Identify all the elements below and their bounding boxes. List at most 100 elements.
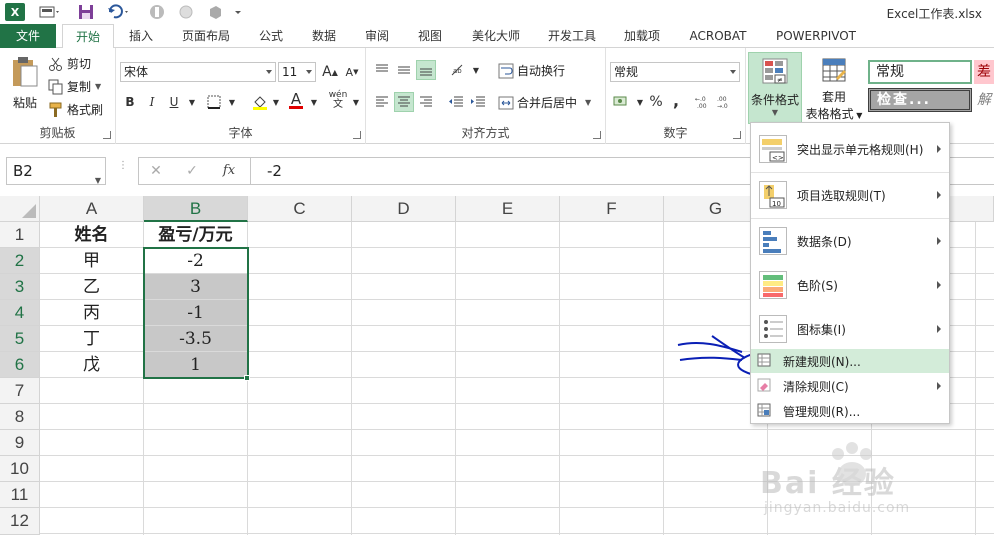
bold-button[interactable]: B xyxy=(120,92,140,112)
column-header-e[interactable]: E xyxy=(456,196,560,222)
copy-dropdown-icon[interactable]: ▼ xyxy=(95,82,101,91)
tab-home[interactable]: 开始 xyxy=(62,24,114,49)
column-header-b[interactable]: B xyxy=(144,196,248,222)
align-right-icon[interactable] xyxy=(416,92,436,112)
style-bad-cell[interactable]: 差 xyxy=(974,60,994,84)
wrap-text-button[interactable]: 自动换行 xyxy=(498,62,565,79)
paste-button[interactable]: 粘贴 xyxy=(8,56,42,122)
tab-addins[interactable]: 加载项 xyxy=(614,24,670,48)
cell-a6[interactable]: 戊 xyxy=(40,352,144,378)
menu-highlight-cells-rules[interactable]: <> 突出显示单元格规则(H) xyxy=(751,127,949,171)
fill-color-dropdown-icon[interactable]: ▼ xyxy=(266,92,286,112)
enter-icon[interactable]: ✓ xyxy=(182,161,202,181)
merge-center-button[interactable]: 合并后居中 ▼ xyxy=(498,94,591,111)
tab-formulas[interactable]: 公式 xyxy=(248,24,294,48)
number-format-combo[interactable]: 常规 xyxy=(610,62,740,82)
save-icon[interactable] xyxy=(76,3,96,21)
touch-mode-icon[interactable] xyxy=(146,3,168,21)
row-header-10[interactable]: 10 xyxy=(0,456,40,482)
cell-b5[interactable]: -3.5 xyxy=(144,326,248,352)
style-normal-cell[interactable]: 常规 xyxy=(868,60,972,84)
font-name-dropdown-icon[interactable] xyxy=(266,70,272,74)
fill-handle[interactable] xyxy=(244,375,250,381)
grow-font-icon[interactable]: A ▲ xyxy=(320,62,340,82)
style-explanatory-cell[interactable]: 解 xyxy=(974,88,994,112)
increase-decimal-icon[interactable]: ←.0.00 xyxy=(694,92,714,112)
column-header-a[interactable]: A xyxy=(40,196,144,222)
row-header-8[interactable]: 8 xyxy=(0,404,40,430)
cell-b6[interactable]: 1 xyxy=(144,352,248,378)
cell-a3[interactable]: 乙 xyxy=(40,274,144,300)
style-check-cell[interactable]: 检查... xyxy=(868,88,972,112)
cell-b4[interactable]: -1 xyxy=(144,300,248,326)
percent-button[interactable]: % xyxy=(646,92,666,112)
menu-icon-sets[interactable]: 图标集(I) xyxy=(751,307,949,351)
tab-file[interactable]: 文件 xyxy=(0,24,56,48)
select-all-corner[interactable] xyxy=(0,196,40,222)
comma-button[interactable]: , xyxy=(666,90,686,110)
name-box[interactable]: B2 ▼ xyxy=(6,157,106,185)
tab-developer[interactable]: 开发工具 xyxy=(538,24,606,48)
insert-function-icon[interactable]: fx xyxy=(218,161,240,181)
tab-powerpivot[interactable]: POWERPIVOT xyxy=(764,24,868,48)
tab-acrobat[interactable]: ACROBAT xyxy=(678,24,758,48)
row-header-4[interactable]: 4 xyxy=(0,300,40,326)
circle-icon[interactable] xyxy=(176,3,196,21)
cell-b3[interactable]: 3 xyxy=(144,274,248,300)
menu-data-bars[interactable]: 数据条(D) xyxy=(751,219,949,263)
formula-bar-grip-icon[interactable]: ⋮ xyxy=(118,161,128,178)
decrease-indent-icon[interactable] xyxy=(446,92,466,112)
alignment-launcher-icon[interactable] xyxy=(593,131,601,139)
cell-a4[interactable]: 丙 xyxy=(40,300,144,326)
cancel-icon[interactable]: ✕ xyxy=(146,161,166,181)
align-top-icon[interactable] xyxy=(372,60,392,80)
cell-a1[interactable]: 姓名 xyxy=(40,222,144,248)
tab-data[interactable]: 数据 xyxy=(302,24,346,48)
cell-b1[interactable]: 盈亏/万元 xyxy=(144,222,248,248)
copy-button[interactable]: 复制 ▼ xyxy=(48,78,101,95)
format-painter-button[interactable]: 格式刷 xyxy=(48,101,103,118)
row-header-6[interactable]: 6 xyxy=(0,352,40,378)
orientation-dropdown-icon[interactable]: ▼ xyxy=(466,60,486,80)
font-launcher-icon[interactable] xyxy=(353,131,361,139)
underline-button[interactable]: U xyxy=(164,92,184,112)
align-center-icon[interactable] xyxy=(394,92,414,112)
tab-beautify[interactable]: 美化大师 xyxy=(460,24,532,48)
tab-review[interactable]: 审阅 xyxy=(354,24,400,48)
cell-b2[interactable]: -2 xyxy=(144,248,248,274)
font-size-dropdown-icon[interactable] xyxy=(306,70,312,74)
tab-view[interactable]: 视图 xyxy=(408,24,452,48)
tab-insert[interactable]: 插入 xyxy=(118,24,164,48)
number-format-dropdown-icon[interactable] xyxy=(730,70,736,74)
format-as-table-button[interactable]: 套用 表格格式 ▼ xyxy=(804,56,864,124)
row-header-5[interactable]: 5 xyxy=(0,326,40,352)
align-bottom-icon[interactable] xyxy=(416,60,436,80)
menu-manage-rules[interactable]: 管理规则(R)... xyxy=(751,399,949,423)
row-header-2[interactable]: 2 xyxy=(0,248,40,274)
underline-dropdown-icon[interactable]: ▼ xyxy=(182,92,202,112)
font-color-dropdown-icon[interactable]: ▼ xyxy=(304,92,324,112)
row-header-1[interactable]: 1 xyxy=(0,222,40,248)
font-size-combo[interactable]: 11 xyxy=(278,62,316,82)
customize-quick-access-icon[interactable] xyxy=(232,3,244,21)
shrink-font-icon[interactable]: A ▼ xyxy=(342,62,362,82)
merge-dropdown-icon[interactable]: ▼ xyxy=(585,98,591,107)
border-dropdown-icon[interactable]: ▼ xyxy=(222,92,242,112)
cell-a2[interactable]: 甲 xyxy=(40,248,144,274)
clipboard-launcher-icon[interactable] xyxy=(103,131,111,139)
cut-button[interactable]: 剪切 xyxy=(48,55,91,72)
number-launcher-icon[interactable] xyxy=(733,131,741,139)
quick-access-customize-icon[interactable] xyxy=(36,3,64,21)
cube-icon[interactable] xyxy=(204,3,226,21)
currency-icon[interactable] xyxy=(612,92,632,112)
phonetic-icon[interactable]: wén 文 xyxy=(328,90,348,110)
menu-clear-rules[interactable]: 清除规则(C) xyxy=(751,374,949,398)
column-header-f[interactable]: F xyxy=(560,196,664,222)
undo-icon[interactable] xyxy=(104,3,134,21)
cell-a5[interactable]: 丁 xyxy=(40,326,144,352)
conditional-format-button[interactable]: ≠ 条件格式 ▼ xyxy=(748,52,802,124)
name-box-dropdown-icon[interactable]: ▼ xyxy=(95,168,101,194)
align-middle-icon[interactable] xyxy=(394,60,414,80)
column-header-d[interactable]: D xyxy=(352,196,456,222)
orientation-icon[interactable]: ab xyxy=(448,60,468,80)
